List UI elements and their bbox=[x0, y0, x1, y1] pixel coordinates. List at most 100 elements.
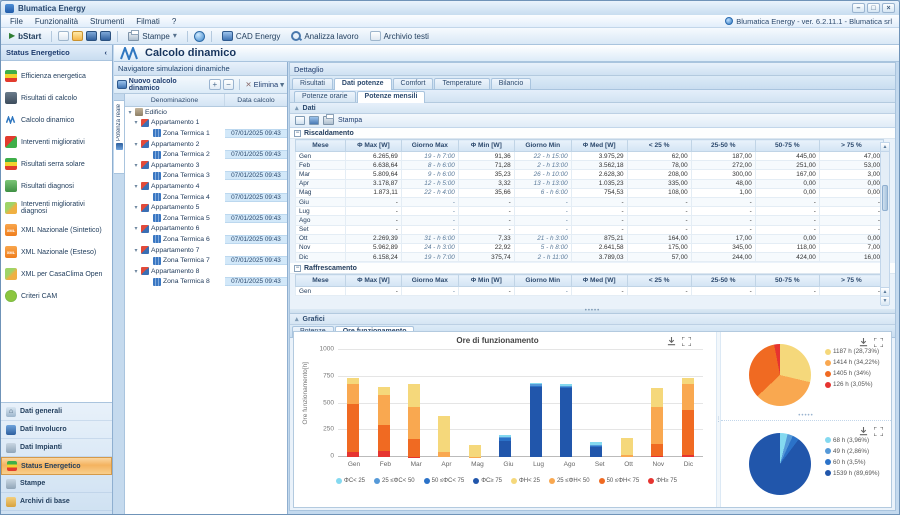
collapse-all-button[interactable]: − bbox=[223, 79, 235, 90]
column-header[interactable]: < 25 % bbox=[627, 140, 691, 152]
sidebar-item-5[interactable]: Risultati serra solare bbox=[1, 153, 112, 175]
sidebar-item-9[interactable]: XMLXML Nazionale (Esteso) bbox=[1, 241, 112, 263]
analizza-lavoro-button[interactable]: Analizza lavoro bbox=[287, 30, 362, 42]
column-header[interactable]: > 75 % bbox=[819, 140, 883, 152]
pie-legend-item[interactable]: 68 h (3,96%) bbox=[825, 437, 880, 444]
expander-icon[interactable]: ▾ bbox=[133, 119, 139, 126]
collapse-box-icon[interactable]: − bbox=[294, 265, 301, 272]
tree-row[interactable]: ▾Appartamento 5 bbox=[125, 202, 287, 213]
sidebar-item-2[interactable]: Risultati di calcolo bbox=[1, 87, 112, 109]
column-header[interactable]: Giorno Max bbox=[401, 140, 458, 152]
dati-section-header[interactable]: ▴ Dati bbox=[290, 103, 895, 114]
pie-legend-item[interactable]: 60 h (3,5%) bbox=[825, 459, 880, 466]
new-file-button[interactable] bbox=[58, 31, 69, 41]
column-header[interactable]: Giorno Min bbox=[514, 140, 571, 152]
stampa-button[interactable]: Stampa bbox=[338, 117, 362, 124]
stampe-button[interactable]: Stampe ▾ bbox=[124, 31, 181, 42]
close-button[interactable]: × bbox=[882, 3, 895, 13]
cooling-group-header[interactable]: − Raffrescamento bbox=[290, 263, 895, 274]
tree-row[interactable]: ▾Appartamento 2 bbox=[125, 139, 287, 150]
download-icon[interactable] bbox=[859, 338, 868, 347]
table-row[interactable]: Lug--------- bbox=[296, 207, 884, 216]
cad-energy-button[interactable]: CAD Energy bbox=[218, 30, 284, 42]
bar-set[interactable] bbox=[590, 442, 602, 457]
collapse-box-icon[interactable]: − bbox=[294, 130, 301, 137]
bar-mar[interactable] bbox=[408, 384, 420, 457]
sidebar-bottom-item-6[interactable]: Archivi di base bbox=[1, 493, 112, 511]
legend-item[interactable]: ΦH< 25 bbox=[511, 478, 540, 484]
expander-icon[interactable]: ▾ bbox=[133, 247, 139, 254]
subtab-potenze-mensili[interactable]: Potenze mensili bbox=[357, 91, 426, 103]
column-header[interactable]: > 75 % bbox=[819, 275, 883, 287]
tree-row[interactable]: Zona Termica 707/01/2025 09:43 bbox=[125, 255, 287, 266]
menu-item-?[interactable]: ? bbox=[166, 17, 182, 26]
expander-icon[interactable]: ▾ bbox=[133, 268, 139, 275]
tree-row[interactable]: Zona Termica 107/01/2025 09:43 bbox=[125, 128, 287, 139]
pie-legend-item[interactable]: 1405 h (34%) bbox=[825, 370, 880, 377]
sidebar-item-8[interactable]: XMLXML Nazionale (Sintetico) bbox=[1, 219, 112, 241]
bar-dic[interactable] bbox=[682, 378, 694, 457]
sidebar-bottom-item-1[interactable]: ⌂Dati generali bbox=[1, 403, 112, 421]
archivio-testi-button[interactable]: Archivio testi bbox=[366, 30, 433, 42]
legend-item[interactable]: ΦC≥ 75 bbox=[473, 478, 502, 484]
legend-item[interactable]: 50 ≤ΦH< 75 bbox=[599, 478, 640, 484]
pie-legend-item[interactable]: 1539 h (89,69%) bbox=[825, 470, 880, 477]
download-icon[interactable] bbox=[667, 337, 676, 346]
column-header[interactable]: Giorno Min bbox=[514, 275, 571, 287]
tab-dati-potenze[interactable]: Dati potenze bbox=[334, 78, 392, 90]
tree-row[interactable]: ▾Appartamento 4 bbox=[125, 181, 287, 192]
tree-row[interactable]: ▾Appartamento 7 bbox=[125, 245, 287, 256]
table-row[interactable]: Gen--------- bbox=[296, 287, 884, 296]
tree-row[interactable]: ▾Edificio bbox=[125, 107, 287, 118]
legend-item[interactable]: ΦC< 25 bbox=[336, 478, 365, 484]
expander-icon[interactable]: ▾ bbox=[133, 225, 139, 232]
sidebar-item-3[interactable]: Calcolo dinamico bbox=[1, 109, 112, 131]
tree-row[interactable]: Zona Termica 307/01/2025 09:43 bbox=[125, 171, 287, 182]
bar-apr[interactable] bbox=[438, 416, 450, 457]
expander-icon[interactable]: ▾ bbox=[133, 204, 139, 211]
collapse-icon[interactable]: ‹ bbox=[105, 48, 108, 57]
expander-icon[interactable]: ▾ bbox=[133, 141, 139, 148]
tree-row[interactable]: Zona Termica 207/01/2025 09:43 bbox=[125, 149, 287, 160]
fullscreen-icon[interactable] bbox=[874, 427, 883, 436]
column-header[interactable]: Φ Max [W] bbox=[345, 140, 401, 152]
table-row[interactable]: Feb6.638,648 - h 6:0071,282 - h 13:003.5… bbox=[296, 161, 884, 170]
table-row[interactable]: Nov5.962,8924 - h 3:0022,925 - h 8:002.6… bbox=[296, 243, 884, 252]
column-header[interactable]: Φ Med [W] bbox=[571, 275, 627, 287]
tree-row[interactable]: Zona Termica 807/01/2025 09:43 bbox=[125, 277, 287, 288]
export-icon[interactable] bbox=[295, 116, 305, 125]
sidebar-item-7[interactable]: Interventi migliorativi diagnosi bbox=[1, 197, 112, 219]
tree-row[interactable]: Zona Termica 507/01/2025 09:43 bbox=[125, 213, 287, 224]
bar-ago[interactable] bbox=[560, 384, 572, 457]
tree-row[interactable]: ▾Appartamento 3 bbox=[125, 160, 287, 171]
bar-lug[interactable] bbox=[530, 383, 542, 457]
maximize-button[interactable]: □ bbox=[867, 3, 880, 13]
sidebar-bottom-item-4[interactable]: Status Energetico bbox=[1, 457, 112, 475]
column-header[interactable]: 50-75 % bbox=[755, 140, 819, 152]
new-calc-button[interactable]: Nuovo calcolo dinamico bbox=[129, 78, 207, 92]
sidebar-item-11[interactable]: Criteri CAM bbox=[1, 285, 112, 307]
expander-icon[interactable]: ▾ bbox=[133, 162, 139, 169]
scroll-down-button[interactable]: ▼ bbox=[881, 297, 889, 306]
tab-comfort[interactable]: Comfort bbox=[393, 78, 434, 89]
delete-button[interactable]: Elimina bbox=[254, 80, 279, 89]
scroll-up-button[interactable]: ▲ bbox=[881, 288, 889, 297]
globe-button[interactable] bbox=[194, 31, 205, 42]
tree-row[interactable]: Zona Termica 407/01/2025 09:43 bbox=[125, 192, 287, 203]
column-header[interactable]: Φ Min [W] bbox=[458, 275, 514, 287]
table-vertical-scrollbar[interactable]: ▲ bbox=[880, 142, 890, 299]
subtab-potenze-orarie[interactable]: Potenze orarie bbox=[294, 91, 356, 102]
column-header[interactable]: < 25 % bbox=[627, 275, 691, 287]
table-row[interactable]: Dic6.158,2419 - h 7:00375,742 - h 11:003… bbox=[296, 253, 884, 262]
download-icon[interactable] bbox=[859, 427, 868, 436]
pie-legend-item[interactable]: 49 h (2,86%) bbox=[825, 448, 880, 455]
heating-group-header[interactable]: − Riscaldamento bbox=[290, 128, 895, 139]
bar-feb[interactable] bbox=[378, 387, 390, 457]
save-all-button[interactable] bbox=[100, 31, 111, 41]
sidebar-item-6[interactable]: Risultati diagnosi bbox=[1, 175, 112, 197]
grafici-section-header[interactable]: ▴ Grafici bbox=[290, 314, 895, 325]
fullscreen-icon[interactable] bbox=[874, 338, 883, 347]
column-denominazione[interactable]: Denominazione bbox=[125, 94, 225, 106]
bar-mag[interactable] bbox=[469, 445, 481, 457]
fullscreen-icon[interactable] bbox=[682, 337, 691, 346]
